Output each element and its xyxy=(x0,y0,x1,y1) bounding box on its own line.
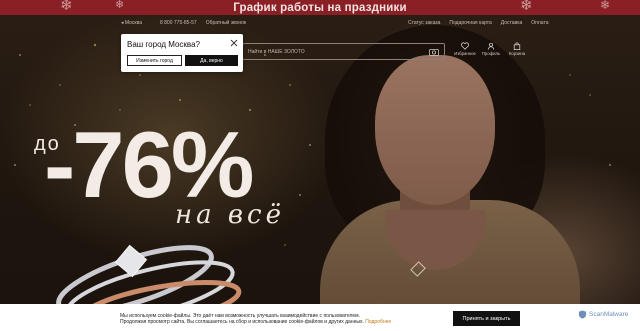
phone-link[interactable]: 8 800 775-85-57 xyxy=(160,20,197,26)
snowflake-icon: ❄ xyxy=(600,0,611,12)
favorites-label: Избранное xyxy=(454,51,476,56)
profile-button[interactable]: Профиль xyxy=(478,42,504,56)
cookie-accept-button[interactable]: Принять и закрыть xyxy=(453,311,520,326)
scan-badge-label: ScanMalware xyxy=(589,311,629,318)
promo-subtitle: на всё xyxy=(175,200,285,230)
snowflake-icon: ❄ xyxy=(115,0,125,11)
snowflake-icon: ❄ xyxy=(520,0,533,14)
user-icon xyxy=(487,42,495,50)
promo-discount: -76% xyxy=(44,112,254,217)
holiday-banner[interactable]: ❄ ❄ ❄ ❄ График работы на праздники xyxy=(0,0,640,15)
gift-card-link[interactable]: Подарочная карта xyxy=(449,20,491,26)
header-topline-left: ◂ Москва 8 800 775-85-57 Обратный звонок xyxy=(121,18,255,28)
confirm-city-button[interactable]: Да, верно xyxy=(185,55,238,66)
cart-label: Корзина xyxy=(508,51,526,56)
city-confirm-popup: Ваш город Москва? Изменить город Да, вер… xyxy=(121,34,243,72)
cart-button[interactable]: Корзина xyxy=(504,42,530,56)
cookie-line-2: Продолжая просмотр сайта, Вы соглашаетес… xyxy=(120,319,364,325)
cookie-text: Мы используем cookie-файлы. Это даёт нам… xyxy=(120,313,391,325)
city-selector[interactable]: ◂ Москва xyxy=(121,20,151,26)
shield-icon xyxy=(578,310,587,319)
order-status-link[interactable]: Статус заказа xyxy=(408,20,440,26)
banner-title[interactable]: График работы на праздники xyxy=(233,2,407,14)
city-label: Москва xyxy=(124,20,142,26)
payment-link[interactable]: Оплата xyxy=(531,20,548,26)
callback-link[interactable]: Обратный звонок xyxy=(206,20,246,26)
bag-icon xyxy=(513,42,521,50)
search-input[interactable]: Найти в НАШЕ ЗОЛОТО xyxy=(242,43,445,60)
camera-icon[interactable] xyxy=(429,48,439,56)
change-city-button[interactable]: Изменить город xyxy=(127,55,182,66)
cookie-more-link[interactable]: Подробнее xyxy=(365,319,391,325)
header-topline-right: Статус заказа Подарочная карта Доставка … xyxy=(408,18,557,28)
heart-icon xyxy=(461,42,469,50)
popup-question: Ваш город Москва? xyxy=(127,40,200,49)
header-icons: Избранное Профиль Корзина xyxy=(452,42,530,56)
search-placeholder: Найти в НАШЕ ЗОЛОТО xyxy=(248,48,305,55)
profile-label: Профиль xyxy=(481,51,501,56)
scan-badge: ScanMalware xyxy=(578,310,628,319)
cookie-bar: Мы используем cookie-файлы. Это даёт нам… xyxy=(0,304,640,331)
close-icon[interactable] xyxy=(230,39,238,47)
snowflake-icon: ❄ xyxy=(60,0,73,14)
site-header: ◂ Москва 8 800 775-85-57 Обратный звонок… xyxy=(0,15,640,65)
favorites-button[interactable]: Избранное xyxy=(452,42,478,56)
delivery-link[interactable]: Доставка xyxy=(501,20,522,26)
